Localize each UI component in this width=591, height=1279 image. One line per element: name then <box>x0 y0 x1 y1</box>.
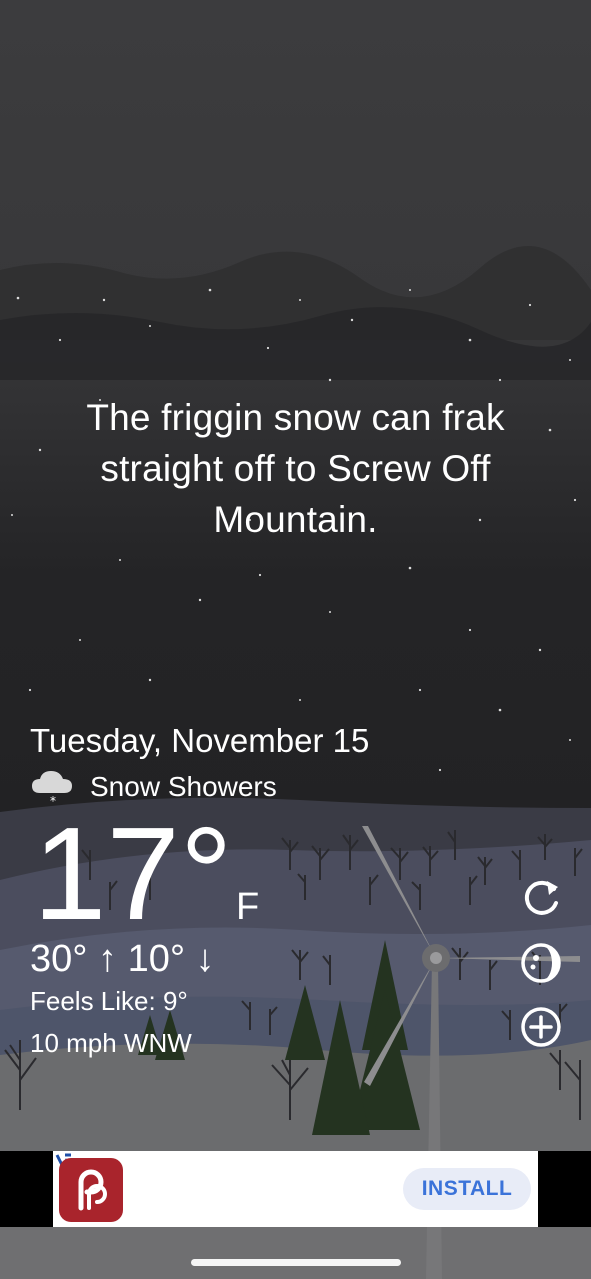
quip-line-2: straight off to Screw Off <box>100 448 491 489</box>
app-logo-icon[interactable] <box>59 1158 123 1222</box>
ad-banner[interactable]: INSTALL <box>0 1151 591 1227</box>
background-scene <box>0 0 591 1279</box>
condition-label: Snow Showers <box>90 771 277 802</box>
feels-like: Feels Like: 9° <box>30 986 188 1016</box>
refresh-icon[interactable] <box>518 875 564 921</box>
quip-line-1: The friggin snow can frak <box>86 397 505 438</box>
theme-icon[interactable] <box>518 940 564 986</box>
current-temperature: 17° <box>33 800 233 947</box>
high-low-temperature: 30° ↑ 10° ↓ <box>30 938 215 980</box>
ad-content[interactable]: INSTALL <box>53 1151 538 1227</box>
weather-quip: The friggin snow can frak straight off t… <box>30 392 561 545</box>
wind-speed: 10 mph WNW <box>30 1028 192 1058</box>
quip-line-3: Mountain. <box>213 499 378 540</box>
temperature-unit[interactable]: F <box>236 886 259 929</box>
current-date: Tuesday, November 15 <box>30 722 370 759</box>
home-indicator[interactable] <box>191 1259 401 1266</box>
add-location-icon[interactable] <box>518 1004 564 1050</box>
install-button[interactable]: INSTALL <box>403 1168 531 1210</box>
